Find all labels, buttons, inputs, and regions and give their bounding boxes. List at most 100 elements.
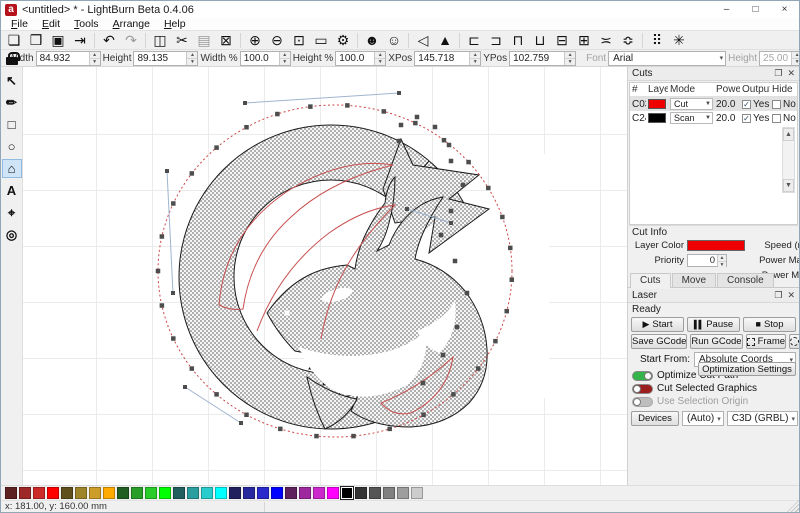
palette-swatch[interactable] xyxy=(285,487,297,499)
user-icon[interactable]: ☺ xyxy=(383,31,405,49)
mode-combo[interactable]: Scan▼ xyxy=(670,112,713,124)
font-combo[interactable]: Arial▾ xyxy=(608,51,726,66)
open-file-icon[interactable]: ❒ xyxy=(25,31,47,49)
zoom-out-icon[interactable]: ⊖ xyxy=(266,31,288,49)
paste-icon[interactable]: ▤ xyxy=(193,31,215,49)
palette-swatch[interactable] xyxy=(159,487,171,499)
frame-circle-button[interactable]: Frame xyxy=(789,334,800,349)
optimize-cut-path-toggle[interactable] xyxy=(632,371,653,381)
palette-swatch[interactable] xyxy=(369,487,381,499)
rectangle-tool[interactable]: □ xyxy=(2,115,22,134)
save-icon[interactable]: ▣ xyxy=(47,31,69,49)
palette-swatch[interactable] xyxy=(33,487,45,499)
delete-icon[interactable]: ⊠ xyxy=(215,31,237,49)
layer-row[interactable]: C24Scan▼20.0✓YesNo xyxy=(630,111,797,125)
align-left-icon[interactable]: ⊏ xyxy=(463,31,485,49)
palette-swatch[interactable] xyxy=(75,487,87,499)
close-button[interactable]: × xyxy=(770,1,799,18)
spinner-arrows[interactable]: ▲▼ xyxy=(89,52,100,65)
settings-icon[interactable]: ⚙ xyxy=(332,31,354,49)
hide-checkbox[interactable]: No xyxy=(770,113,798,124)
menu-item-tools[interactable]: Tools xyxy=(67,18,106,30)
font-height-spin[interactable]: 25.00 ▲▼ xyxy=(759,51,800,66)
spinner-arrows[interactable]: ▲▼ xyxy=(186,52,197,65)
devices-button[interactable]: Devices xyxy=(631,411,679,426)
xpos-field-input[interactable]: 145.718▲▼ xyxy=(414,51,481,66)
ypos-field-input[interactable]: 102.759▲▼ xyxy=(509,51,576,66)
palette-swatch[interactable] xyxy=(383,487,395,499)
ellipse-tool[interactable]: ○ xyxy=(2,137,22,156)
distribute-v-icon[interactable]: ≎ xyxy=(617,31,639,49)
close-panel-icon[interactable]: ✕ xyxy=(787,290,795,301)
undock-icon[interactable]: ❐ xyxy=(774,68,782,79)
palette-swatch[interactable] xyxy=(243,487,255,499)
palette-swatch[interactable] xyxy=(215,487,227,499)
palette-swatch[interactable] xyxy=(145,487,157,499)
palette-swatch[interactable] xyxy=(271,487,283,499)
undock-icon[interactable]: ❐ xyxy=(774,290,782,301)
palette-swatch[interactable] xyxy=(229,487,241,499)
port-combo[interactable]: (Auto)▾ xyxy=(682,411,724,426)
minimize-button[interactable]: – xyxy=(712,1,741,18)
palette-swatch[interactable] xyxy=(89,487,101,499)
tab-cuts[interactable]: Cuts xyxy=(630,273,671,288)
layer-color-swatch[interactable] xyxy=(687,240,745,251)
palette-swatch[interactable] xyxy=(327,487,339,499)
resize-grip[interactable] xyxy=(787,500,799,512)
menu-item-edit[interactable]: Edit xyxy=(35,18,67,30)
layer-color-swatch[interactable] xyxy=(648,99,666,109)
height-pct-field-input[interactable]: 100.0▲▼ xyxy=(335,51,386,66)
width-field-input[interactable]: 84.932▲▼ xyxy=(36,51,101,66)
tab-console[interactable]: Console xyxy=(717,273,774,287)
optimization-settings-button[interactable]: Optimization Settings xyxy=(698,362,796,376)
align-bottom-icon[interactable]: ⊔ xyxy=(529,31,551,49)
palette-swatch[interactable] xyxy=(355,487,367,499)
spinner-arrows[interactable]: ▲▼ xyxy=(791,52,800,65)
menu-item-file[interactable]: File xyxy=(4,18,35,30)
palette-swatch[interactable] xyxy=(19,487,31,499)
flip-horizontal-icon[interactable]: ◁ xyxy=(412,31,434,49)
cut-icon[interactable]: ✂ xyxy=(171,31,193,49)
run-gcode-button[interactable]: Run GCode xyxy=(690,334,742,349)
spinner-arrows[interactable]: ▲▼ xyxy=(279,52,290,65)
palette-swatch[interactable] xyxy=(173,487,185,499)
distribute-h-icon[interactable]: ≍ xyxy=(595,31,617,49)
scroll-up-icon[interactable]: ▲ xyxy=(783,128,794,141)
palette-swatch[interactable] xyxy=(117,487,129,499)
palette-swatch[interactable] xyxy=(299,487,311,499)
palette-swatch[interactable] xyxy=(411,487,423,499)
priority-spin[interactable]: 0▲▼ xyxy=(687,254,727,267)
scroll-down-icon[interactable]: ▼ xyxy=(783,179,794,192)
position-laser-tool[interactable]: ⌖ xyxy=(2,203,22,222)
frame-rect-button[interactable]: Frame xyxy=(746,334,786,349)
palette-swatch[interactable] xyxy=(5,487,17,499)
palette-swatch[interactable] xyxy=(61,487,73,499)
device-combo[interactable]: C3D (GRBL)▾ xyxy=(727,411,798,426)
palette-swatch[interactable] xyxy=(397,487,409,499)
offset-tool[interactable]: ◎ xyxy=(2,225,22,244)
layer-color-swatch[interactable] xyxy=(648,113,666,123)
zoom-in-icon[interactable]: ⊕ xyxy=(244,31,266,49)
palette-swatch[interactable] xyxy=(341,487,353,499)
optimize-icon[interactable]: ✳ xyxy=(668,31,690,49)
hide-checkbox[interactable]: No xyxy=(770,99,798,110)
palette-swatch[interactable] xyxy=(257,487,269,499)
redo-icon[interactable]: ↷ xyxy=(120,31,142,49)
text-tool[interactable]: A xyxy=(2,181,22,200)
import-icon[interactable]: ⇥ xyxy=(69,31,91,49)
align-top-icon[interactable]: ⊓ xyxy=(507,31,529,49)
new-file-icon[interactable]: ❏ xyxy=(3,31,25,49)
pause-button[interactable]: ▌▌Pause xyxy=(687,317,740,332)
drawing-canvas[interactable] xyxy=(23,67,627,485)
stop-button[interactable]: ■Stop xyxy=(743,317,796,332)
save-gcode-button[interactable]: Save GCode xyxy=(631,334,687,349)
grid-array-icon[interactable]: ⠿ xyxy=(646,31,668,49)
spinner-arrows[interactable]: ▲▼ xyxy=(469,52,480,65)
cut-selected-graphics-toggle[interactable] xyxy=(632,384,653,394)
menu-item-help[interactable]: Help xyxy=(157,18,193,30)
palette-swatch[interactable] xyxy=(187,487,199,499)
palette-swatch[interactable] xyxy=(103,487,115,499)
palette-swatch[interactable] xyxy=(131,487,143,499)
tab-move[interactable]: Move xyxy=(672,273,716,287)
palette-swatch[interactable] xyxy=(47,487,59,499)
